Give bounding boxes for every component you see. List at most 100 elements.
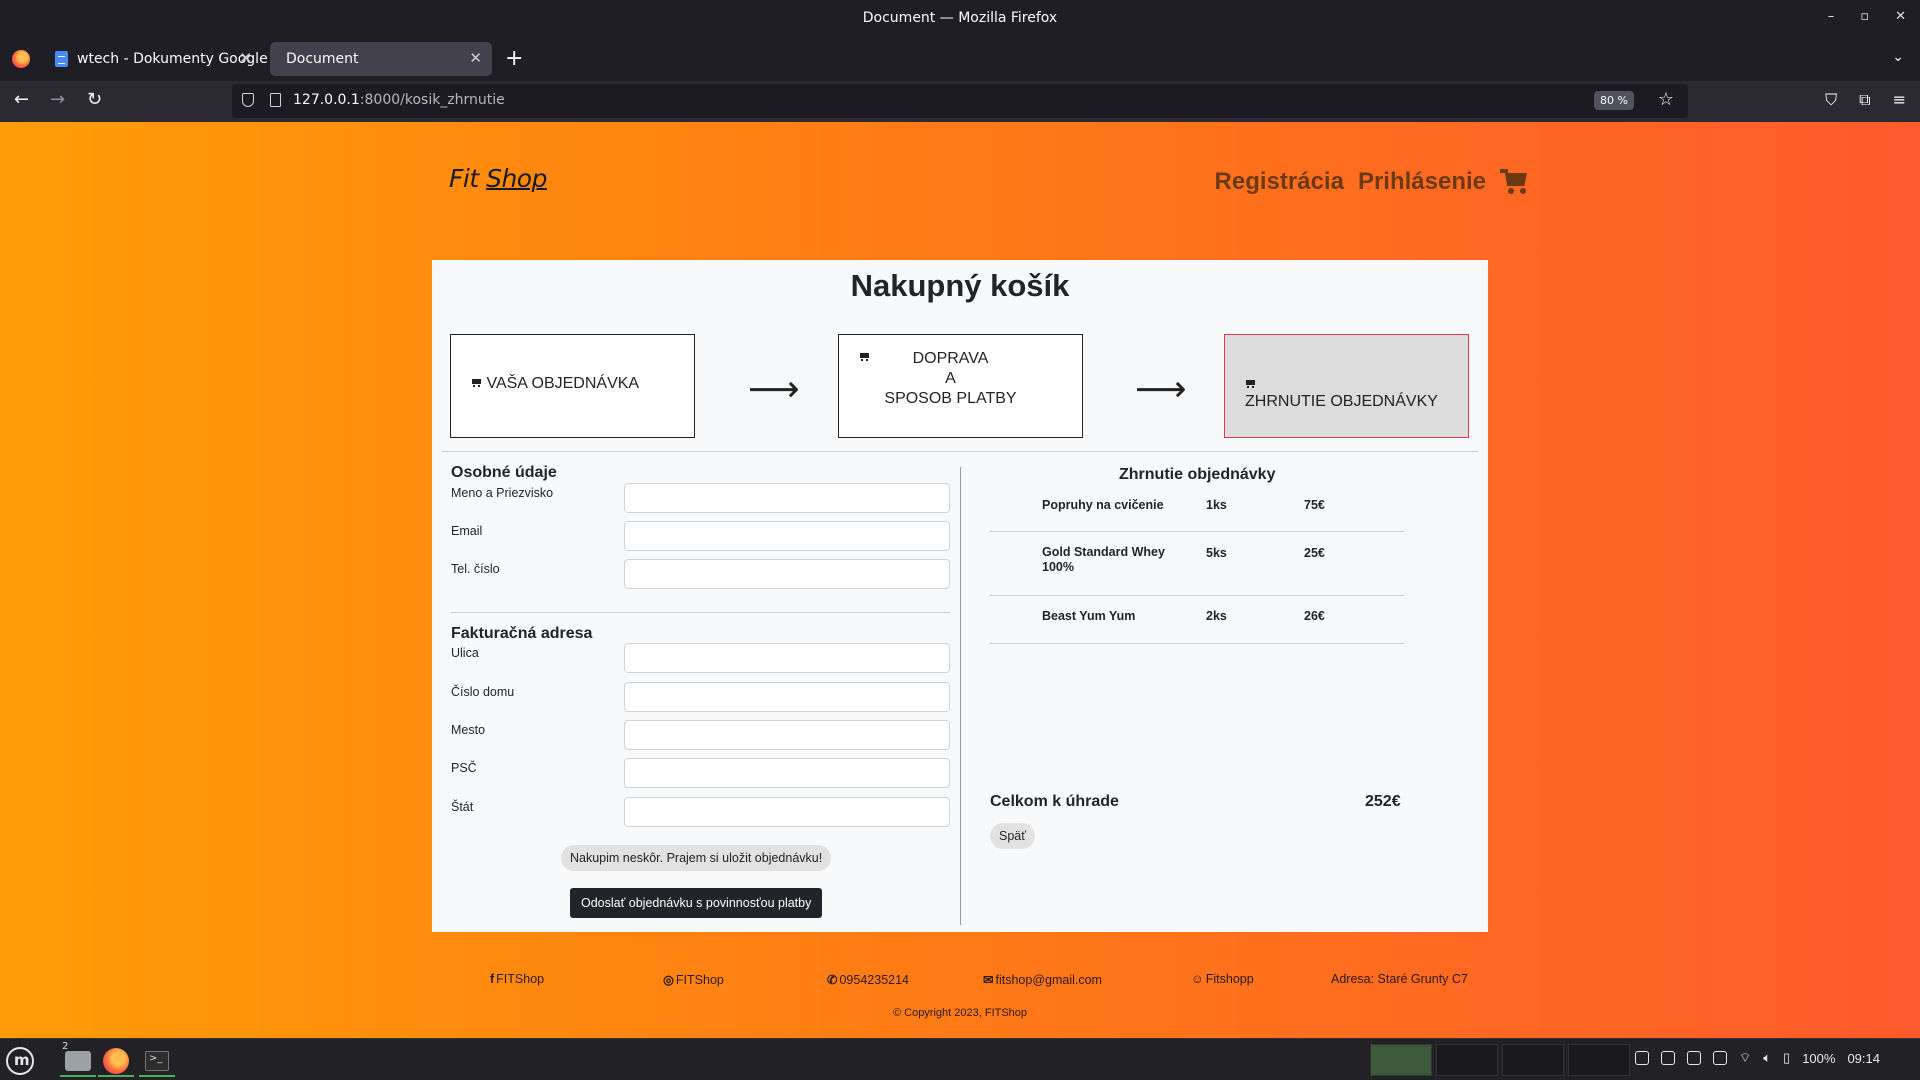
url-bar[interactable]: 127.0.0.1:8000/kosik_zhrnutie 80 % ☆: [232, 84, 1688, 118]
phone-icon: ✆: [827, 973, 838, 987]
divider: [990, 643, 1404, 644]
snapchat-link[interactable]: ☺ Fitshopp: [1191, 972, 1254, 986]
volume-icon[interactable]: 🔈︎: [1763, 1050, 1771, 1066]
city-field[interactable]: [624, 720, 950, 750]
save-order-button[interactable]: Nakupim neskôr. Prajem si uložit objedná…: [561, 845, 832, 871]
page-info-icon[interactable]: [270, 93, 281, 107]
firefox-app-icon[interactable]: [98, 1043, 134, 1077]
tracking-protection-icon[interactable]: [242, 93, 254, 107]
street-field[interactable]: [624, 643, 950, 673]
street-label: Ulica: [451, 646, 479, 660]
cart-icon: [471, 378, 482, 387]
instagram-link[interactable]: ◎ FITShop: [663, 972, 724, 987]
window-controls: – ▫ ✕: [1828, 9, 1906, 24]
taskbar: 2 >_ ⌔ 🔈︎ ▯ 100% 09:14: [0, 1038, 1920, 1080]
facebook-icon: f: [490, 972, 495, 986]
new-tab-icon[interactable]: +: [505, 46, 523, 71]
site-nav: Registrácia Prihlásenie: [1215, 168, 1530, 196]
city-label: Mesto: [451, 723, 486, 737]
back-icon[interactable]: ←: [14, 89, 29, 110]
divider: [442, 451, 1478, 452]
item-name: Gold Standard Whey 100%: [1042, 545, 1165, 574]
menu-icon[interactable]: ≡: [1893, 90, 1906, 110]
item-qty: 2ks: [1206, 609, 1227, 623]
tab-google-docs[interactable]: wtech - Dokumenty Google ✕: [46, 42, 268, 76]
item-price: 75€: [1304, 498, 1325, 512]
summary-heading: Zhrnutie objednávky: [1119, 466, 1276, 483]
phone-link[interactable]: ✆ 0954235214: [827, 972, 909, 987]
name-field[interactable]: [624, 483, 950, 513]
zip-field[interactable]: [624, 758, 950, 788]
clock[interactable]: 09:14: [1847, 1051, 1880, 1066]
workspace-4[interactable]: [1568, 1044, 1630, 1076]
cart-card: Nakupný košík VAŠA OBJEDNÁVKA ⟶ DOPRAVA …: [432, 260, 1488, 932]
country-field[interactable]: [624, 797, 950, 827]
mint-menu-icon[interactable]: [6, 1047, 34, 1075]
item-name: Popruhy na cvičenie: [1042, 498, 1164, 512]
pocket-icon[interactable]: ⛉: [1825, 90, 1837, 110]
files-app-icon[interactable]: 2: [60, 1041, 96, 1077]
bookmark-star-icon[interactable]: ☆: [1658, 89, 1674, 110]
battery-icon[interactable]: ▯: [1783, 1050, 1790, 1066]
login-link[interactable]: Prihlásenie: [1358, 168, 1486, 196]
forward-icon[interactable]: →: [50, 89, 65, 110]
terminal-app-icon[interactable]: >_: [139, 1043, 175, 1077]
workspace-2[interactable]: [1436, 1044, 1498, 1076]
arrow-right-icon: ⟶: [748, 369, 800, 410]
update-icon[interactable]: [1713, 1051, 1727, 1065]
cart-icon[interactable]: [1500, 169, 1530, 195]
step-shipping-payment[interactable]: DOPRAVA A SPOSOB PLATBY: [838, 334, 1083, 438]
workspace-1[interactable]: [1370, 1044, 1432, 1076]
tab-bar: wtech - Dokumenty Google ✕ Document ✕ + …: [0, 37, 1920, 81]
site-logo[interactable]: Fit Shop: [449, 164, 547, 193]
firefox-icon[interactable]: [12, 50, 30, 68]
step-label: ZHRNUTIE OBJEDNÁVKY: [1245, 393, 1438, 410]
column-divider: [960, 467, 961, 925]
shield-icon[interactable]: [1687, 1051, 1701, 1065]
item-price: 25€: [1304, 546, 1325, 560]
page-title: Nakupný košík: [850, 268, 1070, 303]
house-number-field[interactable]: [624, 682, 950, 712]
copyright-text: © Copyright 2023, FITShop: [892, 1007, 1028, 1019]
item-qty: 1ks: [1206, 498, 1227, 512]
close-window-icon[interactable]: ✕: [1895, 9, 1906, 24]
workspace-3[interactable]: [1502, 1044, 1564, 1076]
clipboard-icon[interactable]: [1661, 1051, 1675, 1065]
total-value: 252€: [1365, 793, 1401, 810]
close-tab-icon[interactable]: ✕: [239, 49, 252, 67]
step-label: DOPRAVA: [912, 350, 989, 367]
extensions-icon[interactable]: ⧉: [1859, 90, 1870, 110]
instagram-icon: ◎: [663, 973, 674, 987]
phone-label: Tel. číslo: [451, 562, 500, 576]
submit-order-button[interactable]: Odoslať objednávku s povinnosťou platby: [570, 888, 823, 918]
zoom-level-badge[interactable]: 80 %: [1594, 91, 1634, 110]
tab-document[interactable]: Document ✕: [270, 42, 492, 76]
step-your-order[interactable]: VAŠA OBJEDNÁVKA: [450, 334, 695, 438]
item-qty: 5ks: [1206, 546, 1227, 560]
divider: [451, 612, 950, 613]
house-number-label: Číslo domu: [451, 685, 515, 699]
url-text[interactable]: 127.0.0.1:8000/kosik_zhrnutie: [293, 92, 505, 108]
register-link[interactable]: Registrácia: [1215, 168, 1344, 196]
wifi-icon[interactable]: ⌔: [1739, 1050, 1751, 1066]
phone-field[interactable]: [624, 559, 950, 589]
list-all-tabs-icon[interactable]: ⌄: [1892, 49, 1904, 65]
arrow-right-icon: ⟶: [1135, 369, 1187, 410]
divider: [990, 595, 1404, 596]
name-label: Meno a Priezvisko: [451, 486, 554, 500]
discord-icon[interactable]: [1635, 1051, 1649, 1065]
maximize-icon[interactable]: ▫: [1860, 9, 1869, 24]
site-footer: f FITShop ◎ FITShop ✆ 0954235214 ✉ fitshop@g…: [0, 972, 1920, 992]
step-order-summary[interactable]: ZHRNUTIE OBJEDNÁVKY: [1224, 334, 1469, 438]
country-label: Štát: [451, 800, 474, 814]
step-label: VAŠA OBJEDNÁVKA: [486, 375, 640, 392]
minimize-icon[interactable]: –: [1828, 9, 1835, 24]
navigation-bar: ← → ↻ 127.0.0.1:8000/kosik_zhrnutie 80 %…: [0, 81, 1920, 122]
back-button[interactable]: Späť: [990, 823, 1035, 849]
facebook-link[interactable]: f FITShop: [490, 972, 544, 986]
close-tab-icon[interactable]: ✕: [469, 49, 482, 67]
total-label: Celkom k úhrade: [990, 793, 1119, 810]
email-field[interactable]: [624, 521, 950, 551]
email-link[interactable]: ✉ fitshop@gmail.com: [983, 972, 1102, 987]
reload-icon[interactable]: ↻: [87, 89, 102, 110]
